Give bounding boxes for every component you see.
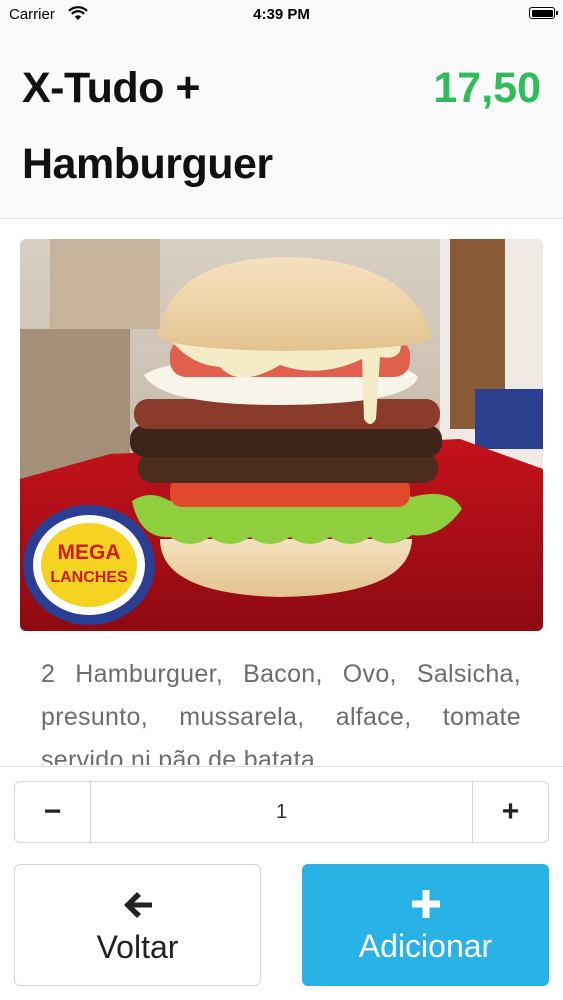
back-button[interactable]: Voltar: [14, 864, 261, 986]
back-label: Voltar: [96, 929, 179, 965]
status-bar: Carrier 4:39 PM: [0, 0, 563, 30]
product-header: X-Tudo + Hamburguer 17,50: [0, 30, 563, 219]
increment-button[interactable]: +: [472, 782, 548, 842]
quantity-field[interactable]: 1: [90, 782, 473, 842]
clock: 4:39 PM: [253, 6, 310, 23]
add-button[interactable]: Adicionar: [302, 864, 549, 986]
divider: [0, 766, 563, 767]
product-image: MEGA LANCHES: [20, 239, 543, 631]
decrement-button[interactable]: −: [15, 782, 91, 842]
plus-icon: [302, 886, 549, 922]
product-title: X-Tudo + Hamburguer: [22, 64, 273, 188]
logo-text-bottom: LANCHES: [50, 569, 128, 586]
arrow-left-icon: [15, 887, 260, 923]
add-label: Adicionar: [358, 928, 493, 964]
product-price: 17,50: [433, 64, 541, 112]
logo-text-top: MEGA: [58, 541, 121, 564]
product-description: 2 Hamburguer, Bacon, Ovo, Salsicha, pres…: [41, 660, 521, 765]
battery-icon: [529, 7, 558, 19]
quantity-stepper: − 1 +: [14, 781, 549, 843]
